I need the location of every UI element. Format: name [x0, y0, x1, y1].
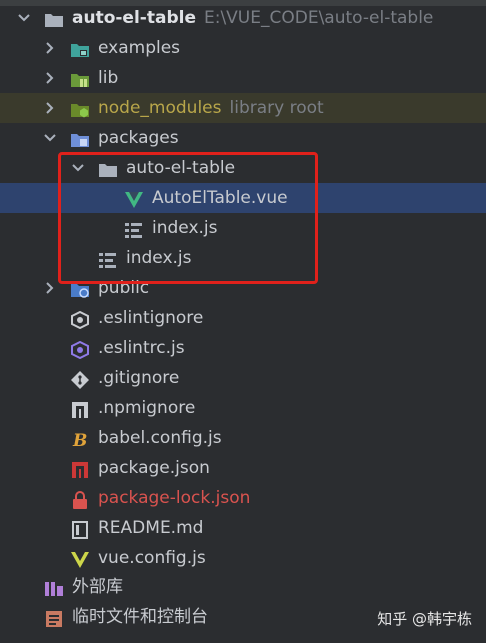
- readme-icon: [70, 519, 90, 539]
- chevron-right-icon[interactable]: [42, 93, 58, 123]
- inner-index-js-file-name: index.js: [152, 218, 218, 238]
- file-name: babel.config.js: [98, 428, 222, 448]
- tree-row-external-libraries[interactable]: 外部库: [0, 572, 486, 602]
- folder-icon: [70, 39, 90, 57]
- js-file-icon: [98, 249, 118, 268]
- packages-folder-name: packages: [98, 128, 179, 148]
- tree-row-gitignore[interactable]: .gitignore: [0, 363, 486, 393]
- tree-row-root[interactable]: auto-el-table E:\VUE_CODE\auto-el-table: [0, 3, 486, 33]
- node-modules-folder-name: node_modules: [98, 98, 222, 118]
- watermark: 知乎 @韩宇栋: [377, 610, 472, 628]
- packages-folder-icon: [70, 129, 90, 147]
- chevron-right-icon[interactable]: [42, 33, 58, 63]
- file-name: .npmignore: [98, 398, 196, 418]
- project-tree: auto-el-table E:\VUE_CODE\auto-el-table e…: [0, 3, 486, 573]
- tree-row-eslintrc[interactable]: .eslintrc.js: [0, 333, 486, 363]
- file-name: package.json: [98, 458, 210, 478]
- file-name: vue.config.js: [98, 548, 206, 568]
- file-name: .eslintignore: [98, 308, 204, 328]
- js-file-icon: [124, 219, 144, 238]
- folder-icon: [98, 159, 118, 177]
- chevron-down-icon[interactable]: [70, 153, 86, 183]
- vue-icon: [124, 189, 144, 208]
- babel-icon: B: [70, 429, 90, 451]
- tree-row-npmignore[interactable]: .npmignore: [0, 393, 486, 423]
- eslint-icon: [70, 309, 90, 330]
- libraries-icon: [44, 578, 64, 596]
- packages-index-js-file-name: index.js: [126, 248, 192, 268]
- file-name: package-lock.json: [98, 488, 251, 508]
- chevron-down-icon[interactable]: [42, 123, 58, 153]
- tree-row-lib[interactable]: lib: [0, 63, 486, 93]
- tree-row-autoeltable-vue[interactable]: AutoElTable.vue: [0, 183, 486, 213]
- file-name: README.md: [98, 518, 204, 538]
- tree-row-packages[interactable]: packages: [0, 123, 486, 153]
- chevron-right-icon[interactable]: [42, 273, 58, 303]
- vue-icon: [70, 549, 90, 568]
- file-name: .eslintrc.js: [98, 338, 185, 358]
- lock-icon: [70, 489, 90, 509]
- library-folder-icon: [70, 69, 90, 87]
- git-icon: [70, 369, 90, 389]
- root-folder-name: auto-el-table: [72, 8, 196, 28]
- chevron-down-icon[interactable]: [16, 3, 32, 33]
- chevron-right-icon[interactable]: [42, 63, 58, 93]
- tree-row-babel-config[interactable]: B babel.config.js: [0, 423, 486, 453]
- tree-row-packages-index-js[interactable]: index.js: [0, 243, 486, 273]
- npm-package-icon: [70, 459, 90, 478]
- auto-el-table-folder-name: auto-el-table: [126, 158, 236, 178]
- file-name: .gitignore: [98, 368, 180, 388]
- eslint-config-icon: [70, 339, 90, 360]
- npm-icon: [70, 399, 90, 418]
- examples-folder-name: examples: [98, 38, 181, 58]
- tree-row-node-modules[interactable]: node_modules library root: [0, 93, 486, 123]
- autoeltable-vue-file-name: AutoElTable.vue: [152, 188, 288, 208]
- tree-row-auto-el-table[interactable]: auto-el-table: [0, 153, 486, 183]
- node-modules-folder-icon: [70, 99, 90, 118]
- external-libraries-label: 外部库: [72, 577, 123, 597]
- lib-folder-name: lib: [98, 68, 119, 88]
- tree-row-package-json[interactable]: package.json: [0, 453, 486, 483]
- scratches-icon: [44, 608, 64, 627]
- tree-row-eslintignore[interactable]: .eslintignore: [0, 303, 486, 333]
- tree-row-inner-index-js[interactable]: index.js: [0, 213, 486, 243]
- web-folder-icon: [70, 279, 90, 298]
- svg-text:B: B: [72, 431, 87, 449]
- library-root-hint: library root: [229, 98, 324, 118]
- folder-icon: [44, 9, 64, 27]
- tree-row-vue-config[interactable]: vue.config.js: [0, 543, 486, 573]
- scratches-label: 临时文件和控制台: [72, 607, 208, 627]
- public-folder-name: public: [98, 278, 150, 298]
- tree-row-readme[interactable]: README.md: [0, 513, 486, 543]
- tree-row-examples[interactable]: examples: [0, 33, 486, 63]
- tree-row-package-lock[interactable]: package-lock.json: [0, 483, 486, 513]
- root-folder-path: E:\VUE_CODE\auto-el-table: [203, 8, 434, 28]
- tree-row-public[interactable]: public: [0, 273, 486, 303]
